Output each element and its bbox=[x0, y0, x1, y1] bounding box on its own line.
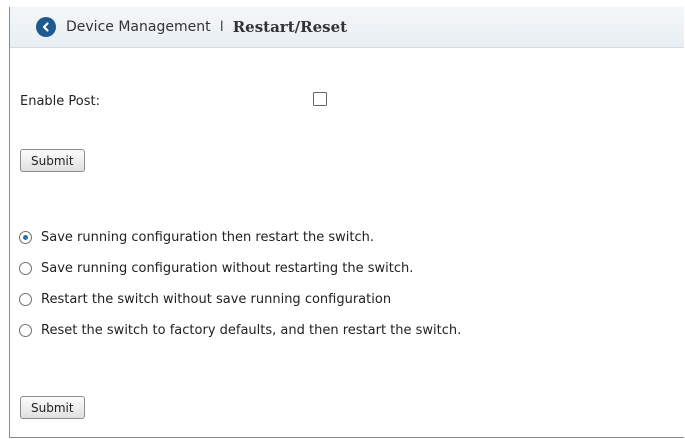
radio-button[interactable] bbox=[19, 324, 32, 337]
radio-button[interactable] bbox=[19, 231, 32, 244]
radio-option-label: Save running configuration then restart … bbox=[41, 230, 374, 245]
radio-button[interactable] bbox=[19, 293, 32, 306]
page-title: Restart/Reset bbox=[232, 18, 348, 36]
radio-option-save-restart[interactable]: Save running configuration then restart … bbox=[19, 230, 374, 245]
radio-option-label: Save running configuration without resta… bbox=[41, 261, 414, 276]
radio-option-restart-no-save[interactable]: Restart the switch without save running … bbox=[19, 292, 391, 307]
submit-button-post[interactable]: Submit bbox=[20, 149, 85, 172]
submit-button-restart[interactable]: Submit bbox=[20, 396, 85, 419]
enable-post-label: Enable Post: bbox=[20, 94, 100, 109]
breadcrumb-parent[interactable]: Device Management bbox=[66, 19, 211, 35]
content-frame: Device Management I Restart/Reset Enable… bbox=[9, 7, 684, 438]
radio-option-label: Restart the switch without save running … bbox=[41, 292, 392, 307]
back-button[interactable] bbox=[36, 17, 56, 37]
radio-button[interactable] bbox=[19, 262, 32, 275]
radio-option-label: Reset the switch to factory defaults, an… bbox=[41, 323, 462, 338]
breadcrumb-separator: I bbox=[219, 19, 224, 35]
breadcrumb: Device Management I Restart/Reset bbox=[10, 7, 684, 48]
enable-post-checkbox[interactable] bbox=[313, 92, 327, 106]
chevron-left-icon bbox=[42, 22, 49, 32]
radio-option-save-no-restart[interactable]: Save running configuration without resta… bbox=[19, 261, 413, 276]
radio-option-factory-reset[interactable]: Reset the switch to factory defaults, an… bbox=[19, 323, 461, 338]
